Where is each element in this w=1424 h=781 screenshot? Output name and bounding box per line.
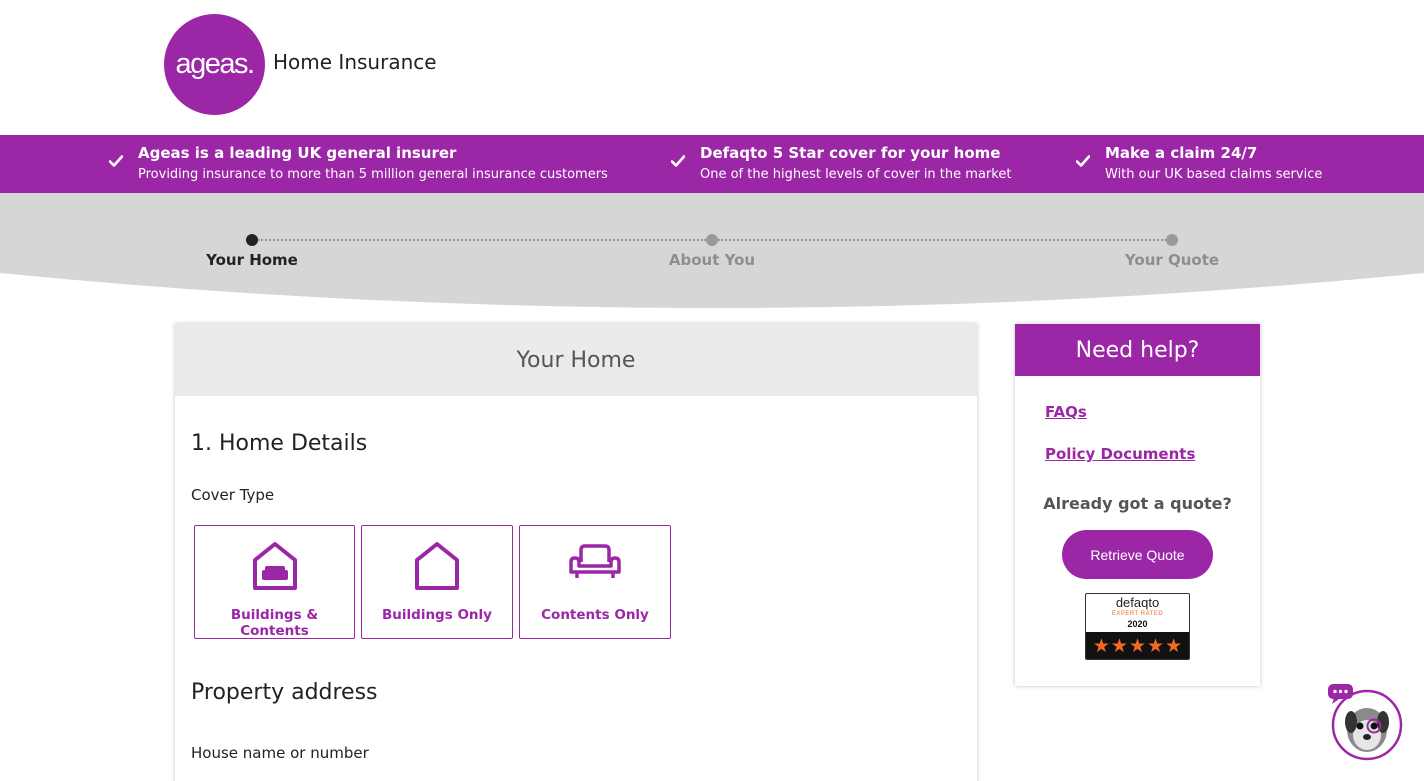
site-header: ageas. Home Insurance — [0, 0, 1424, 135]
defaqto-year: 2020 — [1127, 619, 1148, 629]
your-home-card: Your Home 1. Home Details Cover Type Bui… — [175, 324, 977, 781]
card-heading: Your Home — [175, 324, 977, 396]
defaqto-brand: defaqto — [1115, 595, 1160, 610]
step-your-quote: Your Quote — [1124, 251, 1220, 269]
benefits-band: Ageas is a leading UK general insurer Pr… — [0, 135, 1424, 193]
step-connector — [718, 239, 1166, 241]
cover-option-buildings-contents[interactable]: Buildings & Contents — [194, 525, 355, 639]
cover-option-contents-only[interactable]: Contents Only — [519, 525, 671, 639]
check-icon — [1076, 155, 1090, 167]
already-quote-text: Already got a quote? — [1043, 494, 1232, 513]
brand-title: Home Insurance — [273, 50, 437, 74]
step-dot — [706, 234, 718, 246]
property-address-title: Property address — [191, 680, 378, 705]
logo-text: ageas. — [175, 48, 255, 80]
cover-option-buildings-only[interactable]: Buildings Only — [361, 525, 513, 639]
house-with-sofa-icon — [252, 542, 297, 590]
benefit-subtitle: With our UK based claims service — [1105, 167, 1323, 182]
benefit-subtitle: One of the highest levels of cover in th… — [700, 167, 1012, 182]
benefit-subtitle: Providing insurance to more than 5 milli… — [138, 167, 608, 182]
step-your-home: Your Home — [206, 251, 298, 269]
cover-option-label: Buildings & Contents — [230, 607, 319, 639]
star-icon: ★ — [1147, 634, 1165, 657]
defaqto-badge: defaqto EXPERT RATED 2020 ★ ★ ★ ★ ★ — [1085, 593, 1190, 660]
check-icon — [671, 155, 685, 167]
defaqto-rated: EXPERT RATED — [1111, 611, 1164, 617]
step-connector — [258, 239, 706, 241]
house-name-label: House name or number — [191, 744, 369, 762]
step-dot-active — [246, 234, 258, 246]
section-title: 1. Home Details — [191, 431, 368, 456]
benefit-title: Make a claim 24/7 — [1105, 144, 1258, 162]
cover-type-label: Cover Type — [191, 486, 275, 504]
benefit-title: Defaqto 5 Star cover for your home — [700, 144, 1001, 162]
step-about-you: About You — [668, 251, 756, 269]
check-icon — [109, 155, 123, 167]
help-heading: Need help? — [1015, 324, 1260, 376]
chat-assistant-icon[interactable] — [1327, 682, 1403, 762]
star-icon: ★ — [1128, 634, 1147, 657]
armchair-icon — [569, 544, 621, 578]
faqs-link[interactable]: FAQs — [1045, 403, 1087, 421]
step-dot — [1166, 234, 1178, 246]
cover-option-label: Buildings Only — [382, 607, 492, 623]
help-panel: Need help? FAQs Policy Documents Already… — [1015, 324, 1260, 686]
policy-documents-link[interactable]: Policy Documents — [1045, 445, 1195, 463]
ageas-logo[interactable]: ageas. — [164, 14, 265, 115]
cover-option-label: Contents Only — [541, 607, 649, 623]
star-icon: ★ — [1092, 634, 1110, 657]
star-rating: ★ ★ ★ ★ ★ — [1086, 632, 1189, 659]
star-icon: ★ — [1165, 634, 1183, 657]
benefit-title: Ageas is a leading UK general insurer — [138, 144, 457, 162]
house-icon — [415, 542, 459, 590]
star-icon: ★ — [1110, 634, 1128, 657]
retrieve-quote-button[interactable]: Retrieve Quote — [1062, 530, 1213, 579]
